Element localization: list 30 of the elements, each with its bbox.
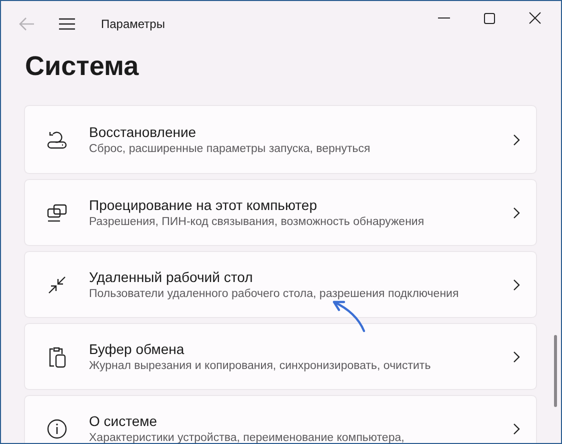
item-description: Пользователи удаленного рабочего стола, разрешения подключения [89,288,460,300]
close-icon[interactable] [529,12,541,24]
chevron-right-icon [513,134,520,146]
chevron-right-icon [513,350,520,362]
scrollbar-thumb[interactable] [554,335,557,407]
settings-item[interactable]: Восстановление Сброс, расширенные параметры запуска, вернуться [24,105,537,174]
chevron-right-icon [513,206,520,218]
item-title: Удаленный рабочий стол [89,269,254,285]
recovery-icon [47,130,67,150]
clipboard-icon [48,346,66,368]
minimize-icon[interactable] [438,17,450,19]
menu-icon[interactable] [59,18,75,30]
info-icon [47,418,67,438]
settings-item[interactable]: Удаленный рабочий стол Пользователи удаленного рабочего стола, разрешения подключения [24,251,537,318]
chevron-right-icon [513,278,520,290]
item-title: Проецирование на этот компьютер [89,197,318,213]
settings-item[interactable]: Проецирование на этот компьютер Разрешения, ПИН-код связывания, возможность обнаружения [24,179,537,246]
item-title: О системе [89,413,158,429]
chevron-right-icon [513,422,520,434]
window-title: Параметры [101,17,165,31]
item-description: Журнал вырезания и копирования, синхронизировать, очистить [89,360,432,372]
item-description: Разрешения, ПИН-код связывания, возможность обнаружения [89,216,426,228]
monitors-icon [47,204,67,222]
item-title: Буфер обмена [89,341,186,357]
item-title: Восстановление [89,124,198,140]
item-description: Сброс, расширенные параметры запуска, вернуться [89,143,372,155]
page-title: Система [25,51,140,83]
settings-item[interactable]: Буфер обмена Журнал вырезания и копирования, синхронизировать, очистить [24,323,537,390]
remote-desktop-icon [48,276,66,294]
maximize-icon[interactable] [484,12,495,24]
